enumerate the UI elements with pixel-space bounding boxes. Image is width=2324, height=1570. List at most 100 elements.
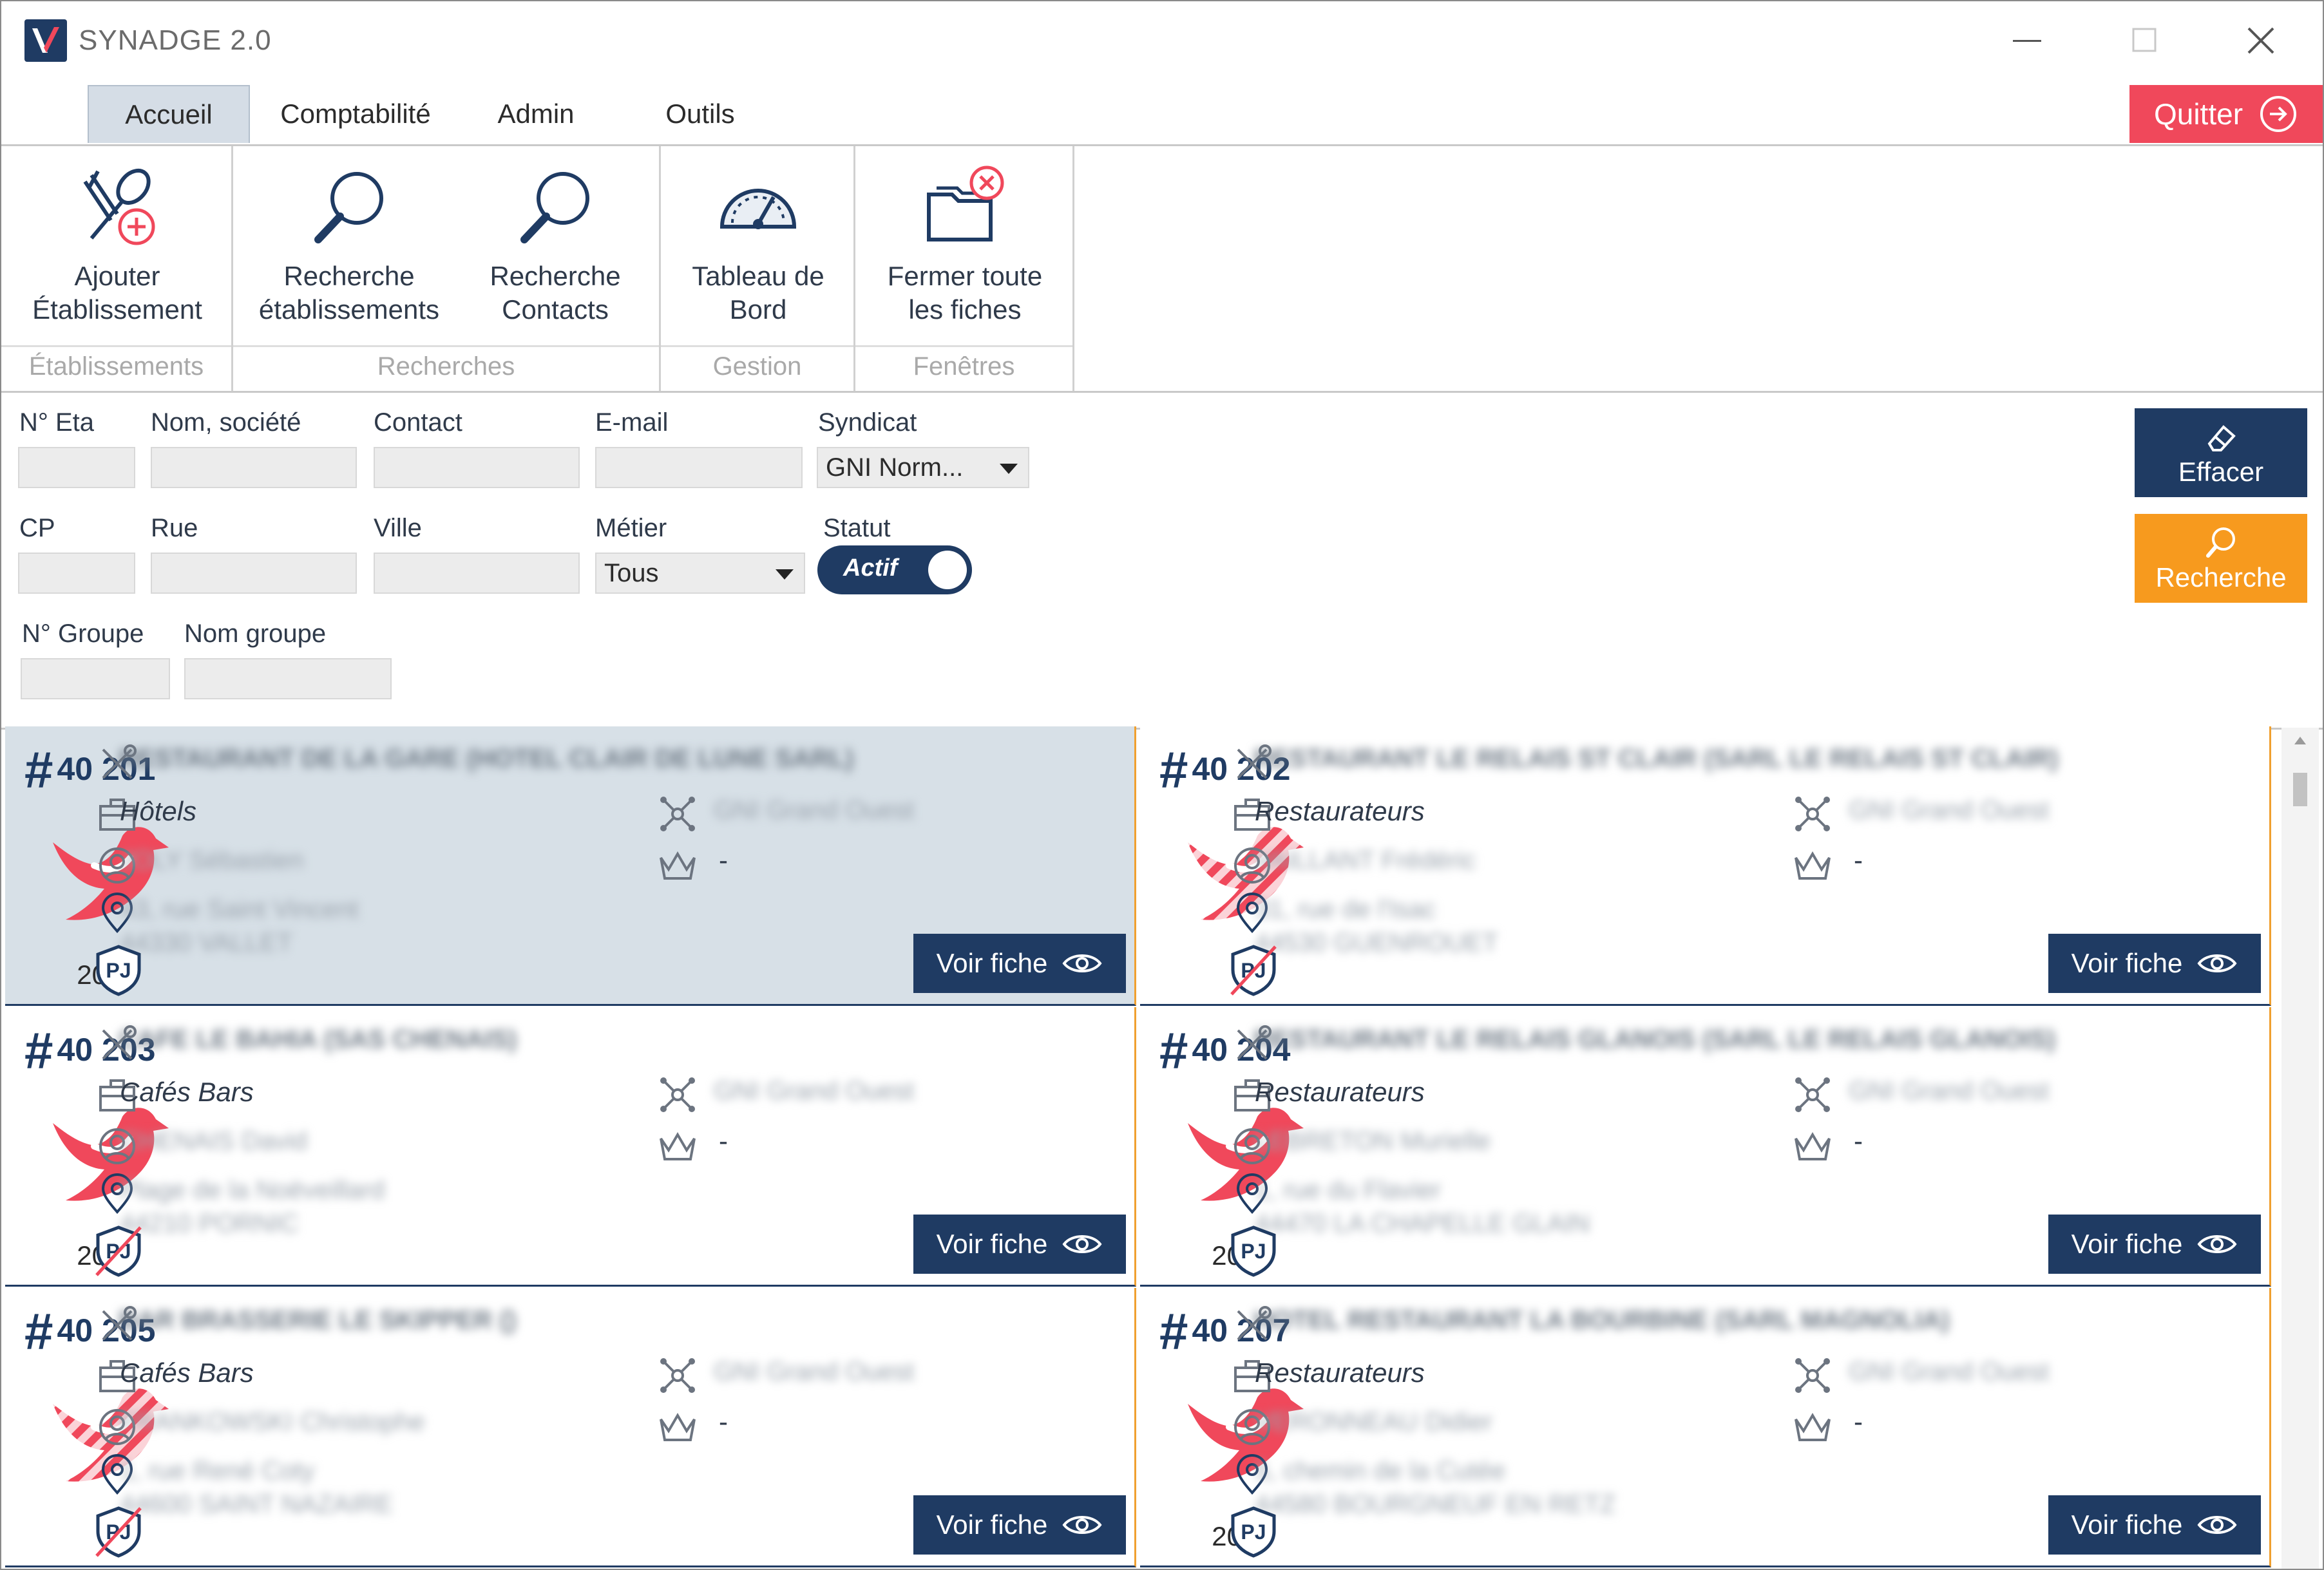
establishment-name: RESTAURANT DE LA GARE (HOTEL CLAIR DE LU… <box>119 744 854 773</box>
syndicat-name: GNI Grand Ouest <box>1849 1357 2050 1386</box>
address-line-1: 1, rue René Coty <box>120 1457 315 1485</box>
ville-input[interactable] <box>374 553 580 594</box>
tableau-de-bord-button[interactable]: Tableau de Bord <box>667 159 849 339</box>
eye-icon <box>2197 954 2237 972</box>
close-icon <box>2247 27 2274 54</box>
num-groupe-input[interactable] <box>21 658 170 699</box>
recherche-button[interactable]: Recherche <box>2135 514 2307 603</box>
contact-name: VAILLANT Frédéric <box>1255 846 1476 875</box>
syndicat-name: GNI Grand Ouest <box>1849 796 2050 824</box>
maximize-button[interactable] <box>2106 13 2184 68</box>
ajouter-etablissement-button[interactable]: Ajouter Établissement <box>14 159 220 339</box>
label-contact: Contact <box>374 408 462 437</box>
tab-accueil[interactable]: Accueil <box>88 85 250 143</box>
recherche-etablissements-button[interactable]: Recherche établissements <box>246 159 452 339</box>
vertical-scrollbar[interactable] <box>2281 728 2319 1569</box>
pj-shield-icon: PJ <box>1230 945 1277 996</box>
tab-comptabilite[interactable]: Comptabilité <box>259 85 452 143</box>
close-window-button[interactable] <box>2222 13 2300 68</box>
ribbon-group-recherches: Recherche établissements Recherche Conta… <box>233 146 661 391</box>
quit-button[interactable]: Quitter <box>2129 85 2323 143</box>
fermer-toutes-fiches-button[interactable]: Fermer toute les fiches <box>862 159 1068 339</box>
minimize-button[interactable] <box>1990 13 2068 68</box>
syndicat-name: GNI Grand Ouest <box>714 1357 915 1386</box>
group-label-fenetres: Fenêtres <box>855 345 1072 387</box>
contact-name: LEBRETON Murielle <box>1255 1127 1491 1155</box>
crown-value: - <box>719 1406 728 1437</box>
scroll-up-arrow-icon[interactable] <box>2294 737 2306 744</box>
statut-toggle-label: Actif <box>843 554 898 582</box>
establishment-card[interactable]: #40 201 2022 RESTAURANT DE LA GARE (HOTE… <box>5 726 1136 1006</box>
contact-input[interactable] <box>374 447 580 488</box>
metier-selected-value: Tous <box>604 558 659 587</box>
crown-icon <box>1795 1413 1831 1441</box>
label-nom-groupe: Nom groupe <box>184 619 327 648</box>
voir-fiche-button[interactable]: Voir fiche <box>913 1495 1126 1555</box>
effacer-button[interactable]: Effacer <box>2135 408 2307 497</box>
rue-input[interactable] <box>151 553 357 594</box>
recherche-contacts-button[interactable]: Recherche Contacts <box>471 159 639 339</box>
recherche-contacts-label: Recherche Contacts <box>490 261 621 325</box>
hash-icon: # <box>1159 1022 1188 1079</box>
voir-fiche-label: Voir fiche <box>2071 948 2183 978</box>
crown-value: - <box>719 1126 728 1156</box>
tab-outils[interactable]: Outils <box>639 85 761 143</box>
nom-societe-input[interactable] <box>151 447 357 488</box>
ribbon-group-gestion: Tableau de Bord Gestion <box>661 146 855 391</box>
category-label: Hôtels <box>120 796 197 826</box>
voir-fiche-label: Voir fiche <box>936 1509 1048 1540</box>
crown-icon <box>660 1413 696 1441</box>
voir-fiche-button[interactable]: Voir fiche <box>2048 1215 2261 1274</box>
voir-fiche-button[interactable]: Voir fiche <box>913 934 1126 993</box>
voir-fiche-button[interactable]: Voir fiche <box>913 1215 1126 1274</box>
establishment-card[interactable]: #40 203 2022 CAFE LE BAHIA (SAS CHENAIS)… <box>5 1007 1136 1287</box>
cp-input[interactable] <box>18 553 135 594</box>
establishment-card[interactable]: #40 204 2022 RESTAURANT LE RELAIS GLANOI… <box>1140 1007 2271 1287</box>
syndicat-select[interactable]: GNI Norm... <box>817 447 1029 488</box>
voir-fiche-button[interactable]: Voir fiche <box>2048 1495 2261 1555</box>
app-logo-icon <box>24 19 67 62</box>
metier-select[interactable]: Tous <box>595 553 805 594</box>
scroll-thumb[interactable] <box>2293 773 2307 806</box>
address-line-1: 31, rue de l'Isac <box>1255 895 1436 923</box>
effacer-label: Effacer <box>2178 457 2264 487</box>
recherche-label: Recherche <box>2155 562 2287 592</box>
ribbon-group-fenetres: Fermer toute les fiches Fenêtres <box>855 146 1074 391</box>
crown-icon <box>1795 1132 1831 1160</box>
title-bar: SYNADGE 2.0 <box>1 1 2323 77</box>
statut-toggle[interactable]: Actif <box>817 545 972 594</box>
synadge-window: SYNADGE 2.0 Accueil Comptabilité Admin O… <box>0 0 2324 1570</box>
tab-admin[interactable]: Admin <box>465 85 607 143</box>
establishment-card[interactable]: #40 205 BAR BRASSERIE LE SKIPPER () Café… <box>5 1288 1136 1567</box>
email-input[interactable] <box>595 447 803 488</box>
address-line-2: 44470 LA CHAPELLE GLAIN <box>1255 1209 1590 1238</box>
category-label: Cafés Bars <box>120 1357 254 1388</box>
label-metier: Métier <box>595 514 667 542</box>
eye-icon <box>2197 1235 2237 1253</box>
syndicat-name: GNI Grand Ouest <box>1849 1077 2050 1105</box>
category-label: Restaurateurs <box>1255 796 1425 826</box>
establishment-name: RESTAURANT LE RELAIS ST CLAIR (SARL LE R… <box>1253 744 2059 773</box>
establishment-name: RESTAURANT LE RELAIS GLANOIS (SARL LE RE… <box>1253 1025 2056 1054</box>
voir-fiche-label: Voir fiche <box>2071 1229 2183 1259</box>
crown-icon <box>1795 851 1831 880</box>
voir-fiche-label: Voir fiche <box>936 1229 1048 1259</box>
ajouter-etablissement-label: Ajouter Établissement <box>32 261 202 325</box>
establishment-card[interactable]: #40 207 2022 HOTEL RESTAURANT LA BOURBIN… <box>1140 1288 2271 1567</box>
pj-shield-icon: PJ <box>1231 1506 1276 1558</box>
eye-icon <box>1062 1516 1102 1534</box>
network-icon <box>660 1358 695 1393</box>
pj-shield-icon: PJ <box>95 1506 142 1558</box>
magnifier-icon <box>520 172 589 243</box>
group-label-gestion: Gestion <box>661 345 853 387</box>
tableau-de-bord-label: Tableau de Bord <box>692 261 824 325</box>
network-icon <box>1795 1077 1830 1112</box>
num-eta-input[interactable] <box>18 447 135 488</box>
voir-fiche-button[interactable]: Voir fiche <box>2048 934 2261 993</box>
nom-groupe-input[interactable] <box>184 658 392 699</box>
establishment-card[interactable]: #40 202 RESTAURANT LE RELAIS ST CLAIR (S… <box>1140 726 2271 1006</box>
address-line-1: 1, rue du Flavier <box>1255 1176 1442 1204</box>
hash-icon: # <box>1159 1303 1188 1360</box>
contact-name: JOLY Sébastien <box>120 846 304 875</box>
address-line-1: 5, chemin de la Cutée <box>1255 1457 1506 1485</box>
